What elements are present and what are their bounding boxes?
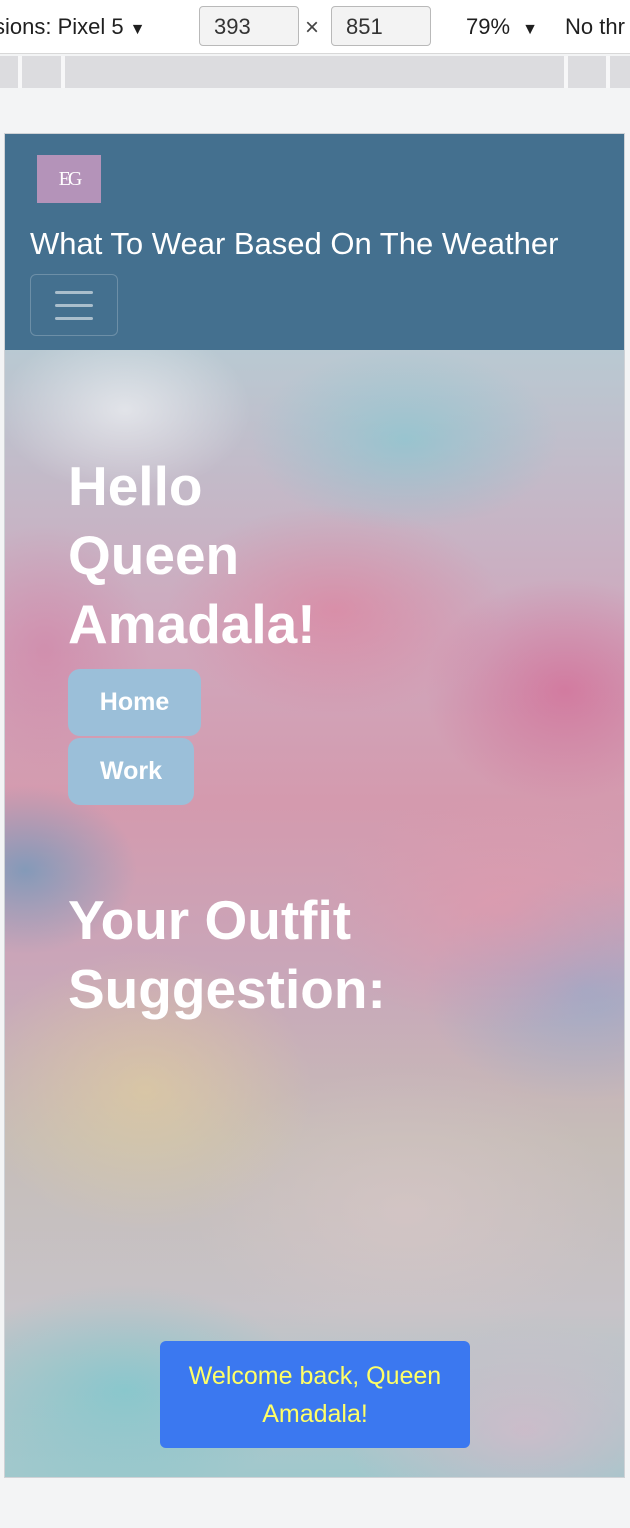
hero-background: Hello Queen Amadala! Home Work Your Outf… bbox=[5, 350, 624, 1477]
welcome-message: Welcome back, Queen Amadala! bbox=[188, 1361, 442, 1428]
outfit-suggestion-heading: Your Outfit Suggestion: bbox=[68, 889, 386, 1020]
device-viewport: EG What To Wear Based On The Weather Hel… bbox=[4, 133, 625, 1478]
ruler-divider bbox=[606, 56, 610, 88]
device-selector-label: sions: Pixel 5 bbox=[0, 14, 124, 39]
home-button[interactable]: Home bbox=[68, 669, 201, 736]
viewport-height-input[interactable]: 851 bbox=[331, 6, 431, 46]
device-selector[interactable]: sions: Pixel 5 ▼ bbox=[0, 14, 145, 40]
dimension-separator: × bbox=[305, 14, 320, 41]
throttle-selector[interactable]: No thr bbox=[565, 14, 625, 40]
zoom-label: 79% bbox=[466, 14, 511, 39]
greeting-heading: Hello Queen Amadala! bbox=[68, 455, 316, 655]
brand-title[interactable]: What To Wear Based On The Weather bbox=[30, 226, 558, 262]
menu-toggle-button[interactable] bbox=[30, 274, 118, 336]
ruler-divider bbox=[564, 56, 568, 88]
viewport-width-input[interactable]: 393 bbox=[199, 6, 299, 46]
chevron-down-icon: ▼ bbox=[129, 21, 146, 38]
chevron-down-icon: ▼ bbox=[522, 21, 539, 38]
navbar: EG What To Wear Based On The Weather bbox=[5, 134, 624, 350]
media-query-ruler[interactable] bbox=[0, 56, 630, 88]
hamburger-icon bbox=[55, 303, 93, 307]
hamburger-icon bbox=[55, 290, 93, 294]
welcome-toast: Welcome back, Queen Amadala! bbox=[160, 1341, 470, 1448]
devtools-device-toolbar: sions: Pixel 5 ▼ 393 × 851 79% ▼ No thr bbox=[0, 0, 630, 54]
ruler-divider bbox=[61, 56, 65, 88]
ruler-divider bbox=[18, 56, 22, 88]
work-button[interactable]: Work bbox=[68, 738, 194, 805]
hamburger-icon bbox=[55, 316, 93, 320]
zoom-selector[interactable]: 79% ▼ bbox=[466, 14, 538, 40]
brand-logo[interactable]: EG bbox=[37, 155, 101, 203]
